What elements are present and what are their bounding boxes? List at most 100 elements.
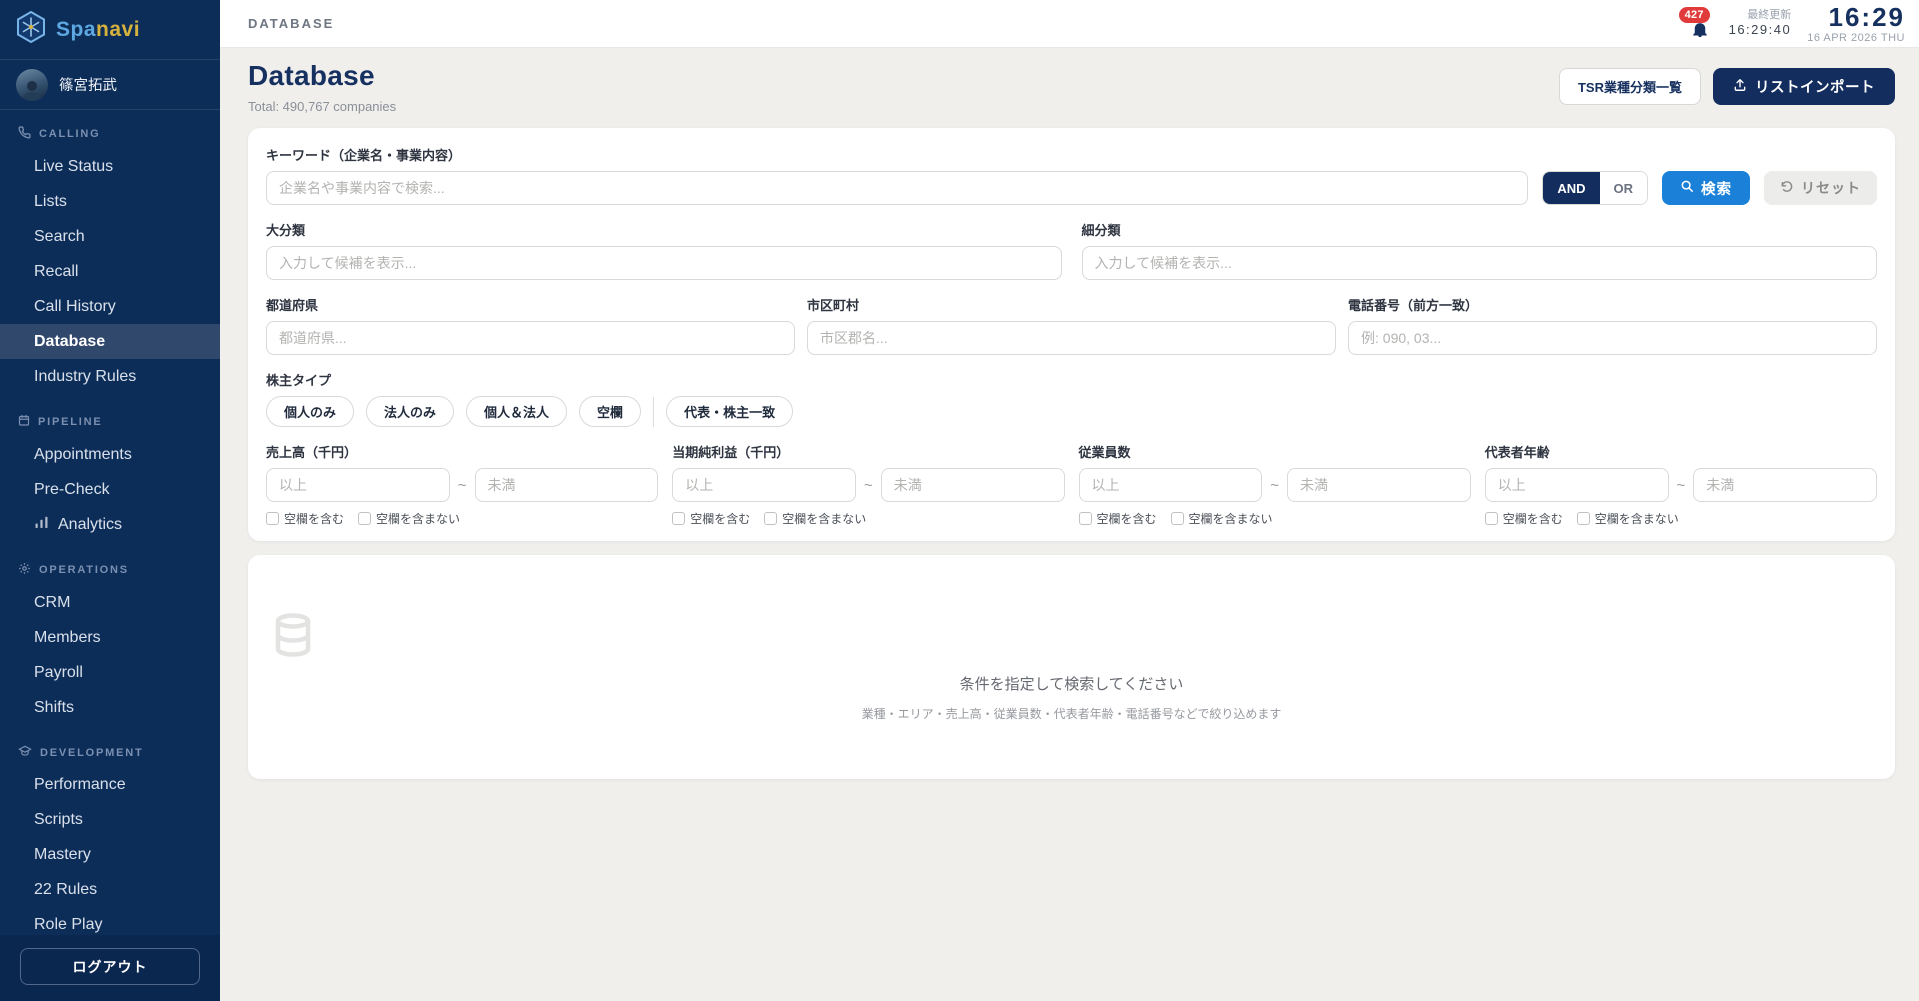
sidebar-item-members[interactable]: Members <box>0 620 220 655</box>
user-profile[interactable]: 篠宮拓武 <box>0 60 220 110</box>
sidebar-item-industry-rules[interactable]: Industry Rules <box>0 359 220 394</box>
phone-icon <box>18 126 31 142</box>
rep-age-include-blank-checkbox[interactable]: 空欄を含む <box>1485 510 1563 527</box>
chip-blank[interactable]: 空欄 <box>579 396 641 427</box>
sidebar-item-crm[interactable]: CRM <box>0 585 220 620</box>
employees-exclude-blank-checkbox[interactable]: 空欄を含まない <box>1171 510 1273 527</box>
phone-label: 電話番号（前方一致） <box>1348 295 1877 314</box>
sidebar-item-recall[interactable]: Recall <box>0 254 220 289</box>
sidebar-item-search[interactable]: Search <box>0 219 220 254</box>
chip-individual-only[interactable]: 個人のみ <box>266 396 354 427</box>
revenue-max-input[interactable] <box>475 468 659 502</box>
sidebar-item-pre-check[interactable]: Pre-Check <box>0 472 220 507</box>
city-label: 市区町村 <box>807 295 1336 314</box>
list-import-button[interactable]: リストインポート <box>1713 68 1895 105</box>
sidebar-item-22-rules[interactable]: 22 Rules <box>0 872 220 907</box>
nav-section-pipeline: PIPELINE Appointments Pre-Check Analytic… <box>0 406 220 542</box>
logo[interactable]: Spanavi <box>0 0 220 60</box>
prefecture-block: 都道府県 <box>266 295 795 355</box>
range-revenue: 売上高（千円） ~ 空欄を含む 空欄を含まない <box>266 442 658 527</box>
logo-icon <box>16 10 46 49</box>
sidebar: Spanavi 篠宮拓武 CALLING Live Status Lists S… <box>0 0 220 1001</box>
net-income-include-blank-checkbox[interactable]: 空欄を含む <box>672 510 750 527</box>
shareholder-label: 株主タイプ <box>266 370 1877 389</box>
employees-max-input[interactable] <box>1287 468 1471 502</box>
minor-class-block: 細分類 <box>1082 220 1878 280</box>
chip-corporate-only[interactable]: 法人のみ <box>366 396 454 427</box>
revenue-exclude-blank-checkbox[interactable]: 空欄を含まない <box>358 510 460 527</box>
sidebar-item-appointments[interactable]: Appointments <box>0 437 220 472</box>
empty-state-title: 条件を指定して検索してください <box>248 673 1895 694</box>
or-toggle-button[interactable]: OR <box>1600 172 1648 204</box>
section-head-operations: OPERATIONS <box>0 554 220 585</box>
shareholder-chips: 個人のみ 法人のみ 個人＆法人 空欄 代表・株主一致 <box>266 396 1877 427</box>
notification-bell[interactable]: 427 <box>1687 9 1713 39</box>
calendar-icon <box>18 414 30 430</box>
major-class-input[interactable] <box>266 246 1062 280</box>
checkbox-icon <box>1485 512 1498 525</box>
sidebar-item-database[interactable]: Database <box>0 324 220 359</box>
notification-badge: 427 <box>1679 7 1710 23</box>
logout-button[interactable]: ログアウト <box>20 948 200 985</box>
employees-include-blank-checkbox[interactable]: 空欄を含む <box>1079 510 1157 527</box>
minor-class-input[interactable] <box>1082 246 1878 280</box>
sidebar-item-live-status[interactable]: Live Status <box>0 149 220 184</box>
rep-age-exclude-blank-checkbox[interactable]: 空欄を含まない <box>1577 510 1679 527</box>
graduation-cap-icon <box>18 745 32 760</box>
keyword-input[interactable] <box>266 171 1528 205</box>
and-toggle-button[interactable]: AND <box>1543 172 1599 204</box>
sidebar-item-mastery[interactable]: Mastery <box>0 837 220 872</box>
net-income-min-input[interactable] <box>672 468 856 502</box>
revenue-min-input[interactable] <box>266 468 450 502</box>
classification-row: 大分類 細分類 <box>266 220 1877 280</box>
total-companies: Total: 490,767 companies <box>248 99 396 114</box>
rep-age-min-input[interactable] <box>1485 468 1669 502</box>
phone-input[interactable] <box>1348 321 1877 355</box>
major-class-label: 大分類 <box>266 220 1062 239</box>
nav-section-operations: OPERATIONS CRM Members Payroll Shifts <box>0 554 220 725</box>
chip-rep-shareholder-match[interactable]: 代表・株主一致 <box>666 396 793 427</box>
sidebar-item-performance[interactable]: Performance <box>0 767 220 802</box>
topbar: DATABASE 427 最終更新 16:29:40 16:29 16 APR … <box>220 0 1919 48</box>
prefecture-input[interactable] <box>266 321 795 355</box>
net-income-max-input[interactable] <box>881 468 1065 502</box>
sidebar-item-shifts[interactable]: Shifts <box>0 690 220 725</box>
topbar-right: 427 最終更新 16:29:40 16:29 16 APR 2026 THU <box>1687 4 1905 44</box>
empty-state-subtitle: 業種・エリア・売上高・従業員数・代表者年齢・電話番号などで絞り込めます <box>248 705 1895 722</box>
checkbox-icon <box>672 512 685 525</box>
rep-age-max-input[interactable] <box>1693 468 1877 502</box>
sidebar-nav: CALLING Live Status Lists Search Recall … <box>0 110 220 935</box>
keyword-row: キーワード（企業名・事業内容） AND OR 検索 <box>266 145 1877 205</box>
search-button[interactable]: 検索 <box>1662 171 1750 205</box>
tsr-classification-button[interactable]: TSR業種分類一覧 <box>1559 68 1701 105</box>
last-update: 最終更新 16:29:40 <box>1729 9 1792 39</box>
checkbox-icon <box>764 512 777 525</box>
clock: 16:29 16 APR 2026 THU <box>1807 4 1905 44</box>
checkbox-icon <box>1079 512 1092 525</box>
chip-individual-and-corporate[interactable]: 個人＆法人 <box>466 396 567 427</box>
net-income-exclude-blank-checkbox[interactable]: 空欄を含まない <box>764 510 866 527</box>
breadcrumb: DATABASE <box>248 16 334 31</box>
sidebar-item-payroll[interactable]: Payroll <box>0 655 220 690</box>
page-title: Database <box>248 60 396 92</box>
results-card: 条件を指定して検索してください 業種・エリア・売上高・従業員数・代表者年齢・電話… <box>248 555 1895 779</box>
range-row: 売上高（千円） ~ 空欄を含む 空欄を含まない 当期純利益（千円） ~ <box>266 442 1877 527</box>
sidebar-item-analytics[interactable]: Analytics <box>0 507 220 542</box>
city-input[interactable] <box>807 321 1336 355</box>
upload-icon <box>1733 78 1747 96</box>
sidebar-item-role-play[interactable]: Role Play <box>0 907 220 935</box>
range-tilde: ~ <box>458 477 467 494</box>
shareholder-row: 株主タイプ 個人のみ 法人のみ 個人＆法人 空欄 代表・株主一致 <box>266 370 1877 427</box>
sidebar-item-scripts[interactable]: Scripts <box>0 802 220 837</box>
last-update-time: 16:29:40 <box>1729 22 1792 38</box>
checkbox-icon <box>1171 512 1184 525</box>
reset-button[interactable]: リセット <box>1764 171 1877 205</box>
nav-section-development: DEVELOPMENT Performance Scripts Mastery … <box>0 737 220 935</box>
revenue-include-blank-checkbox[interactable]: 空欄を含む <box>266 510 344 527</box>
revenue-label: 売上高（千円） <box>266 442 658 461</box>
range-tilde: ~ <box>1677 477 1686 494</box>
employees-min-input[interactable] <box>1079 468 1263 502</box>
sidebar-item-call-history[interactable]: Call History <box>0 289 220 324</box>
sidebar-item-lists[interactable]: Lists <box>0 184 220 219</box>
phone-block: 電話番号（前方一致） <box>1348 295 1877 355</box>
